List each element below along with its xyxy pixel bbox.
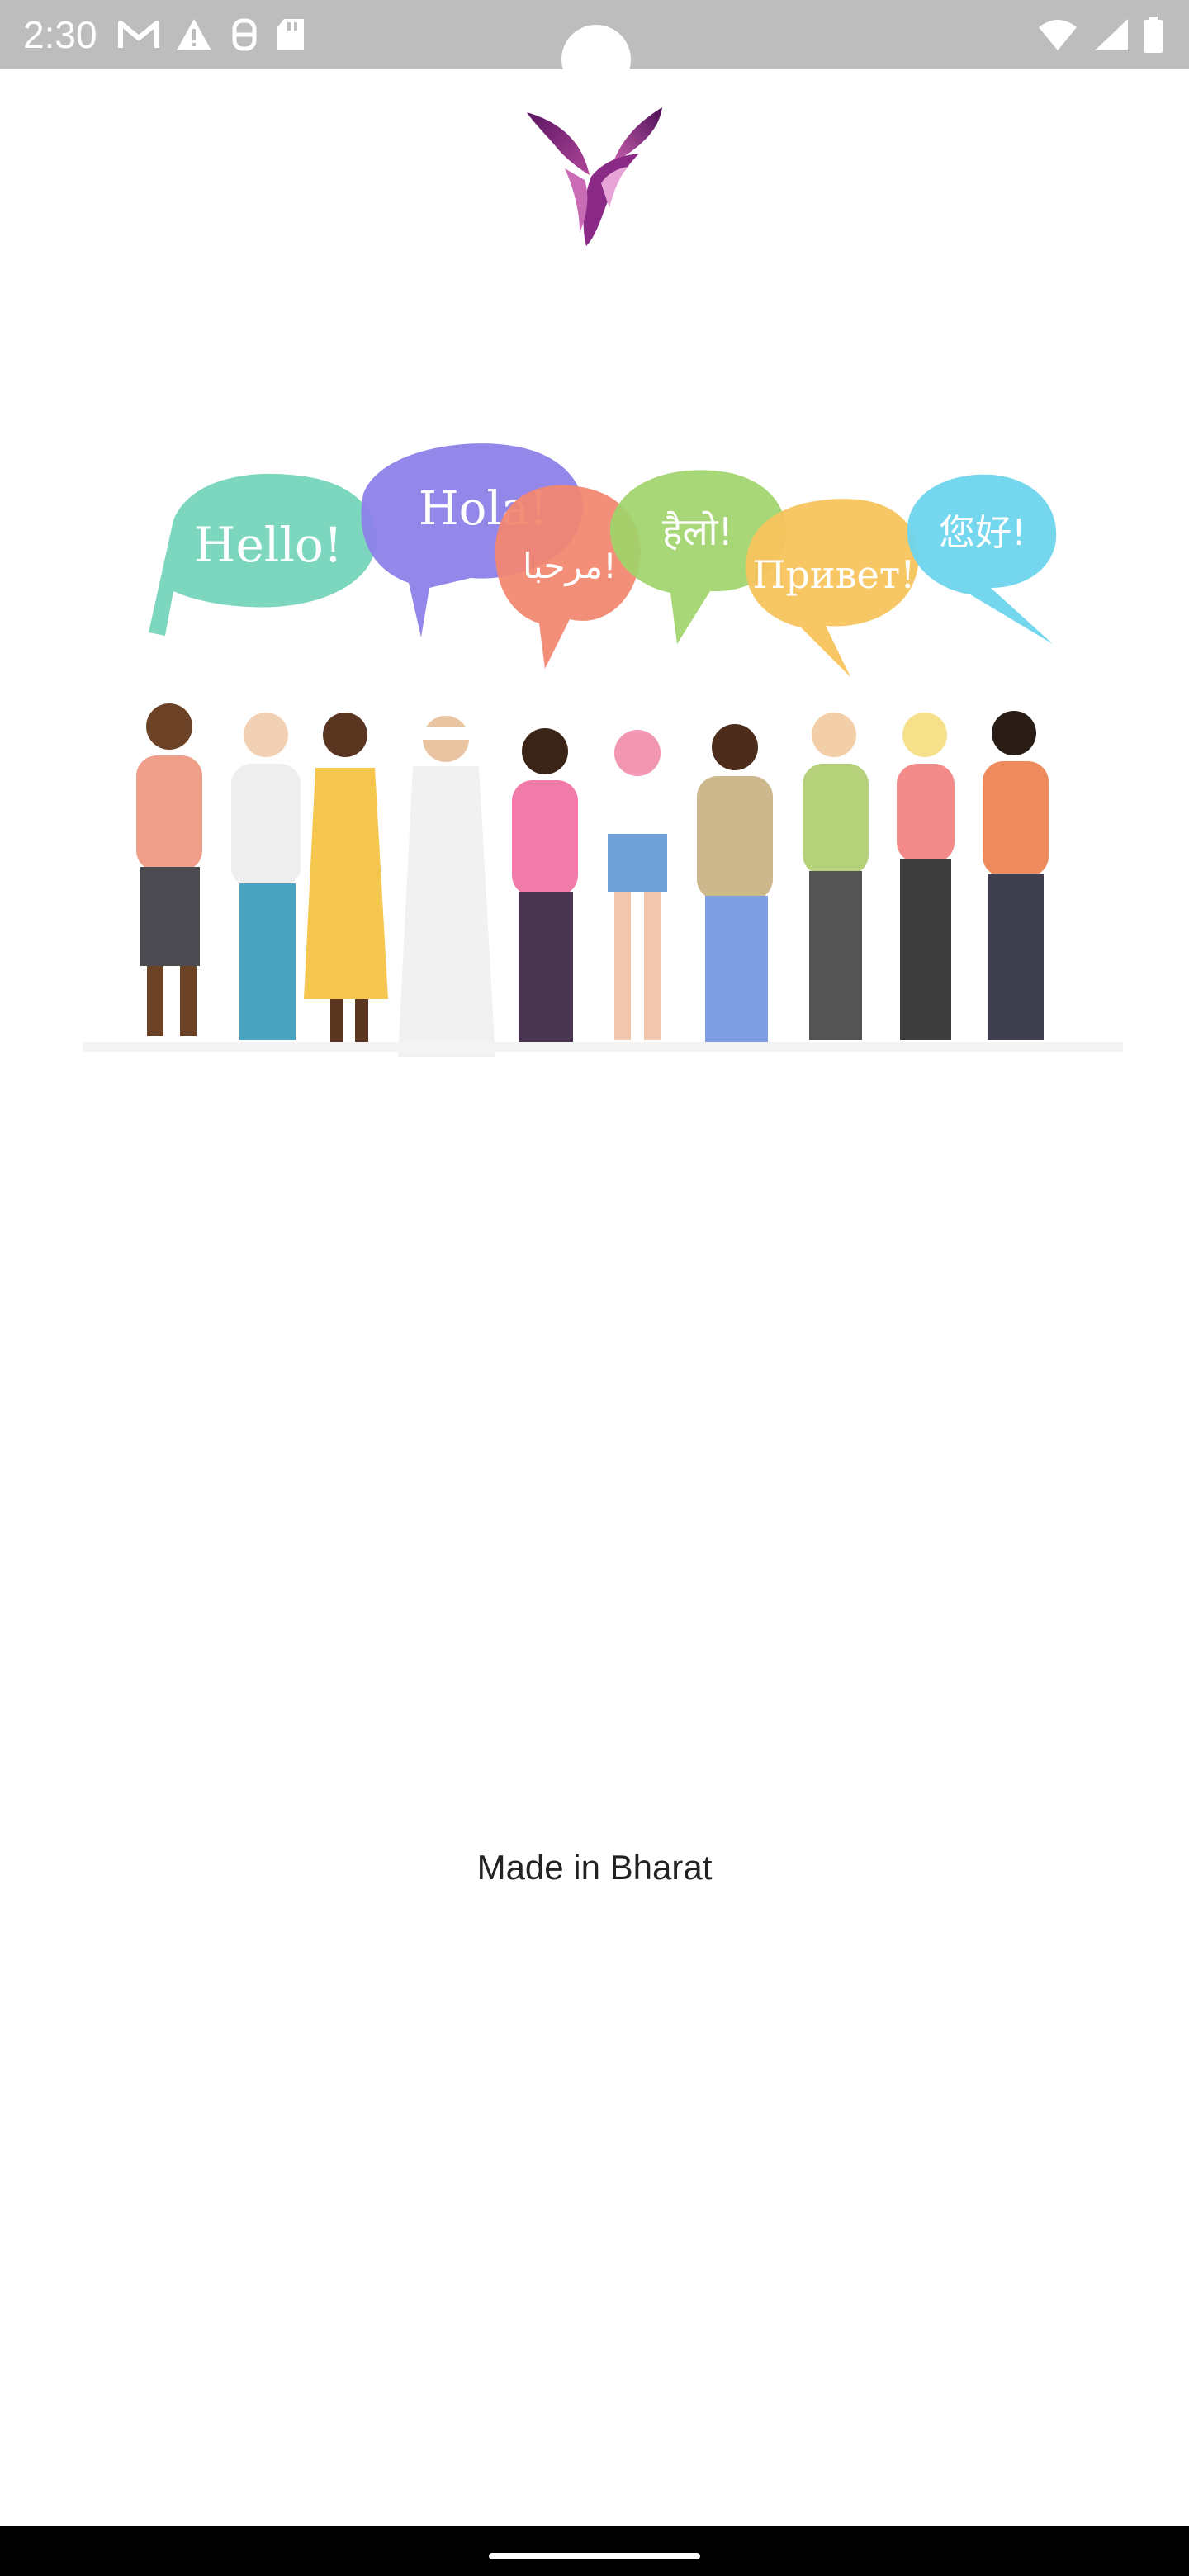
status-icons-left xyxy=(117,15,306,54)
person-icon xyxy=(512,728,578,1049)
person-icon xyxy=(697,724,773,1044)
greeting-ninhao: 您好! xyxy=(939,512,1026,554)
greeting-privet: Привет! xyxy=(752,552,915,597)
battery-icon xyxy=(1143,16,1164,54)
person-icon xyxy=(604,730,670,1040)
greeting-halo: हैलो! xyxy=(662,509,733,554)
app-logo xyxy=(522,104,667,249)
person-icon xyxy=(136,703,202,1036)
person-icon xyxy=(983,711,1049,1040)
signal-icon xyxy=(1092,17,1130,52)
gmail-icon xyxy=(117,18,160,51)
home-gesture-handle[interactable] xyxy=(489,2553,700,2559)
camera-cutout xyxy=(561,25,631,94)
person-icon xyxy=(304,713,388,1044)
person-icon xyxy=(398,716,495,1057)
hero-illustration: Hello! Hola! مرحبا! हैलो! Привет! 您好! xyxy=(83,372,1123,1156)
greeting-hello: Hello! xyxy=(194,517,343,573)
navigation-bar xyxy=(0,2526,1189,2576)
wifi-icon xyxy=(1037,17,1078,52)
sync-icon xyxy=(228,17,261,52)
greeting-bubble: Привет! xyxy=(746,499,919,677)
person-icon xyxy=(231,713,301,1040)
person-icon xyxy=(897,713,955,1040)
warning-icon xyxy=(175,17,213,52)
greeting-bubble: 您好! xyxy=(907,474,1057,644)
greeting-marhaba: مرحبا! xyxy=(523,546,617,586)
sd-card-icon xyxy=(276,17,306,52)
greeting-bubble: Hello! xyxy=(149,473,377,636)
person-icon xyxy=(803,713,869,1040)
status-icons-right xyxy=(1037,15,1164,54)
status-time: 2:30 xyxy=(23,13,97,56)
people-group xyxy=(83,703,1123,1057)
made-in-bharat-label: Made in Bharat xyxy=(476,1848,713,1887)
